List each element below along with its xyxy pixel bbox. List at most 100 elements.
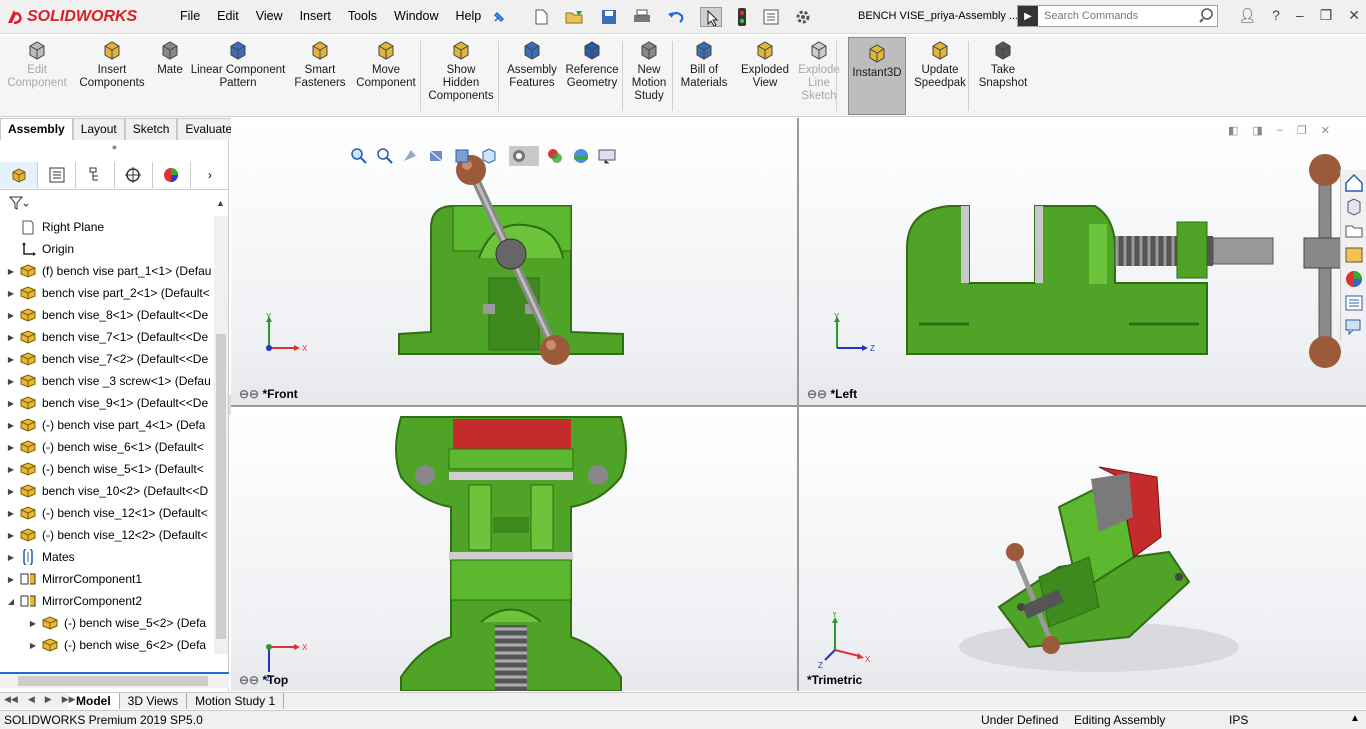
tree-item[interactable]: ▶ bench vise_8<1> (Default<<De [0,304,214,326]
bottom-tab-3d-views[interactable]: 3D Views [120,693,188,709]
tree-horizontal-scrollbar[interactable] [0,672,229,688]
tab-prev-icon[interactable]: ◀ [28,694,35,705]
file-explorer-icon[interactable] [1343,220,1365,242]
tree-item[interactable]: Right Plane [0,216,214,238]
tree-expand-icon[interactable]: ▶ [4,443,18,452]
graphics-area[interactable]: Y X ⊖⊖ *Front Y Z ◧ ◨ – ❐ ✕ ⊖⊖ *Left X Z… [231,118,1366,691]
tree-expand-icon[interactable]: ▶ [26,641,40,650]
section-view-icon[interactable] [427,146,447,166]
search-icon[interactable] [1199,7,1217,25]
tree-item[interactable]: ▶ (-) bench vise_12<2> (Default< [0,524,214,546]
tree-item[interactable]: ▶ (-) bench wise_6<2> (Defa [0,634,214,656]
tree-item[interactable]: Origin [0,238,214,260]
filter-icon[interactable] [8,195,30,214]
solidworks-logo[interactable]: SOLIDWORKS [6,5,137,29]
viewport-front[interactable]: Y X ⊖⊖ *Front [231,118,797,405]
bottom-tab-model[interactable]: Model [68,693,120,709]
tree-item[interactable]: ▶ Mates [0,546,214,568]
custom-properties-icon[interactable] [1343,292,1365,314]
property-manager-tab-icon[interactable] [38,162,77,188]
viewport-minimize-icon[interactable]: – [1277,124,1283,137]
new-document-icon[interactable] [532,8,550,26]
viewport-next-icon[interactable]: ◨ [1252,124,1262,137]
edit-appearance-icon[interactable] [545,146,565,166]
display-manager-tab-icon[interactable] [153,162,191,188]
menu-edit[interactable]: Edit [217,9,239,23]
help-icon[interactable]: ? [1272,7,1280,24]
pane-grip[interactable]: ● [0,142,229,152]
search-type-icon[interactable]: ▶ [1018,6,1038,26]
ribbon-bom-button[interactable]: Bill of Materials [678,39,730,90]
zoom-to-area-icon[interactable] [375,146,395,166]
view-orientation-icon[interactable] [479,146,503,166]
tree-item[interactable]: ▶ (-) bench vise part_4<1> (Defa [0,414,214,436]
tree-expand-icon[interactable]: ▶ [4,289,18,298]
dimxpert-tab-icon[interactable] [115,162,153,188]
tree-item[interactable]: ▶ bench vise_7<2> (Default<<De [0,348,214,370]
customize-status-icon[interactable]: ▲ [1350,713,1360,724]
ribbon-assembly-features-button[interactable]: Assembly Features [504,39,560,90]
tree-vertical-scrollbar[interactable] [214,216,228,654]
feature-manager-tab-icon[interactable] [0,162,39,188]
tree-expand-icon[interactable]: ▶ [4,465,18,474]
solidworks-resources-icon[interactable] [1343,172,1365,194]
tab-first-icon[interactable]: ◀◀ [4,694,18,705]
pin-icon[interactable] [492,6,506,28]
tree-expand-icon[interactable]: ▶ [4,311,18,320]
menu-help[interactable]: Help [456,9,482,23]
display-style-icon[interactable] [509,146,539,166]
ribbon-insert-components-button[interactable]: Insert Components [78,39,146,90]
tree-item[interactable]: ▶ (-) bench vise_12<1> (Default< [0,502,214,524]
ribbon-mate-button[interactable]: Mate [150,39,190,77]
open-folder-icon[interactable] [564,8,586,26]
menu-tools[interactable]: Tools [348,9,377,23]
tree-expand-icon[interactable]: ▶ [4,487,18,496]
apply-scene-icon[interactable] [571,146,591,166]
user-icon[interactable]: 👤︎ [1238,7,1256,24]
tab-layout[interactable]: Layout [72,118,125,140]
forum-icon[interactable] [1343,316,1365,338]
viewport-close-icon[interactable]: ✕ [1321,124,1330,137]
status-units[interactable]: IPS [1229,713,1248,727]
ribbon-move-component-button[interactable]: Move Component [352,39,420,90]
configuration-manager-tab-icon[interactable] [76,162,115,188]
tree-expand-icon[interactable]: ◢ [4,597,18,606]
tree-expand-icon[interactable]: ▶ [26,619,40,628]
tree-item[interactable]: ▶ (f) bench vise part_1<1> (Defau [0,260,214,282]
ribbon-motion-study-button[interactable]: New Motion Study [626,39,672,103]
file-properties-icon[interactable] [762,8,780,26]
rebuild-icon[interactable] [736,7,748,27]
previous-view-icon[interactable] [401,146,421,166]
viewport-restore-icon[interactable]: ❐ [1297,124,1307,137]
tree-expand-icon[interactable]: ▶ [4,333,18,342]
tree-item[interactable]: ▶ bench vise_7<1> (Default<<De [0,326,214,348]
ribbon-linear-pattern-button[interactable]: Linear Component Pattern [190,39,286,90]
viewport-trimetric[interactable]: Y X Z *Trimetric [799,407,1366,691]
tab-sketch[interactable]: Sketch [124,118,178,140]
tab-assembly[interactable]: Assembly [0,118,73,140]
zoom-to-fit-icon[interactable] [349,146,369,166]
tree-expand-icon[interactable]: ▶ [4,575,18,584]
viewport-top[interactable]: X Z ⊖⊖ *Top [231,407,797,691]
manager-tabs-more-icon[interactable]: › [191,162,229,188]
tree-item[interactable]: ▶ bench vise part_2<1> (Default< [0,282,214,304]
tree-item[interactable]: ◢ MirrorComponent2 [0,590,214,612]
tree-scroll-up-icon[interactable]: ▲ [216,198,225,208]
ribbon-snapshot-button[interactable]: Take Snapshot [976,39,1030,90]
close-icon[interactable]: ✕ [1348,7,1360,24]
tab-last-icon[interactable]: ▶▶ [62,694,76,705]
tree-expand-icon[interactable]: ▶ [4,377,18,386]
tree-expand-icon[interactable]: ▶ [4,531,18,540]
print-icon[interactable] [632,8,652,26]
tree-expand-icon[interactable]: ▶ [4,553,18,562]
menu-view[interactable]: View [256,9,283,23]
tree-expand-icon[interactable]: ▶ [4,355,18,364]
tab-next-icon[interactable]: ▶ [45,694,52,705]
tree-expand-icon[interactable]: ▶ [4,509,18,518]
tree-item[interactable]: ▶ bench vise _3 screw<1> (Defau [0,370,214,392]
tree-expand-icon[interactable]: ▶ [4,421,18,430]
tree-item[interactable]: ▶ MirrorComponent1 [0,568,214,590]
viewport-prev-icon[interactable]: ◧ [1228,124,1238,137]
menu-file[interactable]: File [180,9,200,23]
dynamic-annotation-icon[interactable] [453,146,473,166]
